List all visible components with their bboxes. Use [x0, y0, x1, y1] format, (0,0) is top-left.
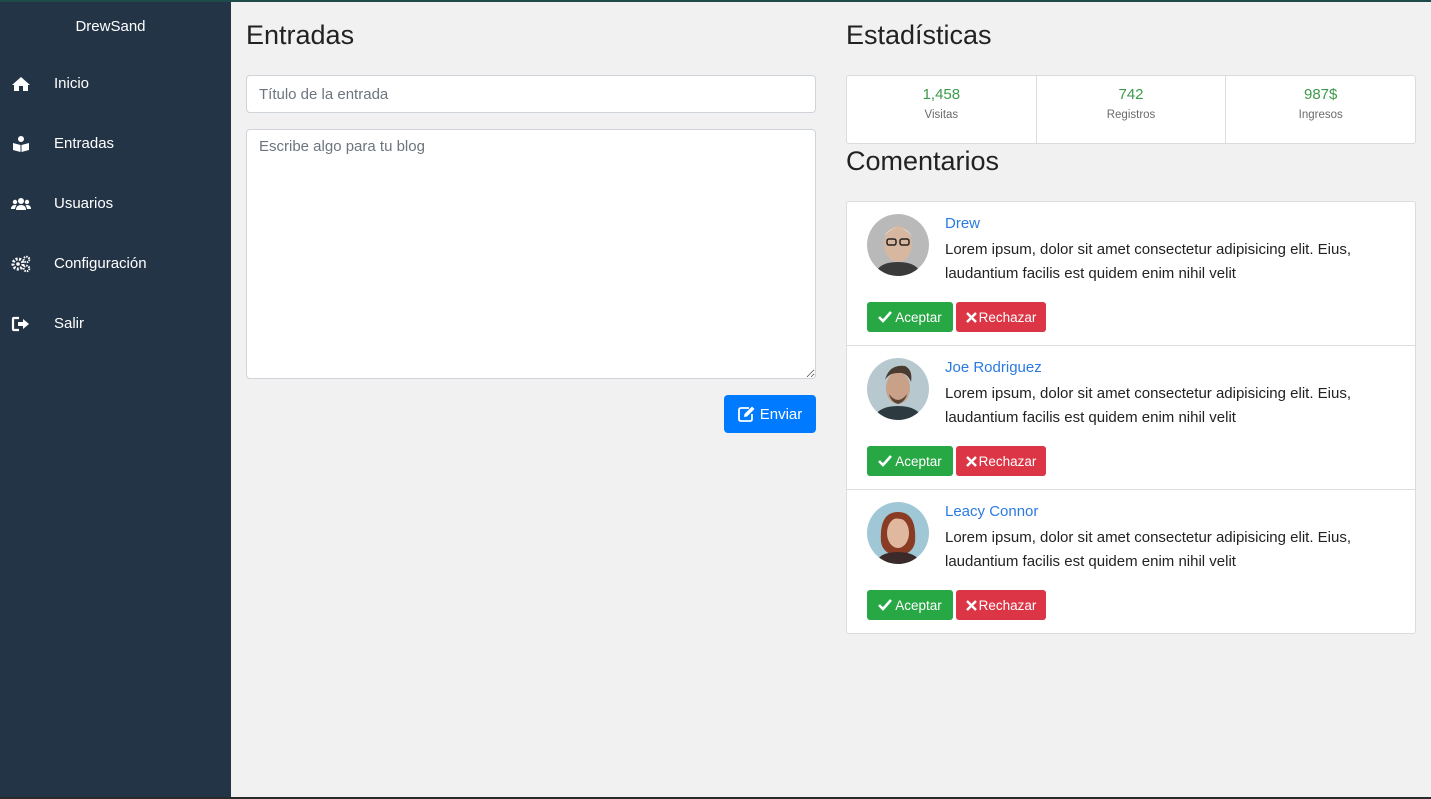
times-icon — [965, 311, 977, 323]
comment-item: Leacy Connor Lorem ipsum, dolor sit amet… — [847, 490, 1415, 634]
stat-value: 1,458 — [922, 86, 961, 103]
avatar — [867, 358, 929, 420]
sidebar-item-label: Salir — [54, 315, 85, 332]
sidebar: DrewSand Inicio Entradas Usuarios Config… — [0, 2, 231, 797]
send-button[interactable]: Enviar — [724, 395, 816, 433]
sign-out-icon — [11, 316, 29, 332]
home-icon — [12, 77, 30, 91]
sidebar-item-label: Usuarios — [54, 195, 114, 212]
stats-panel: 1,458 Visitas 742 Registros 987$ Ingreso… — [846, 75, 1416, 144]
sidebar-item-entradas[interactable]: Entradas — [0, 124, 231, 164]
reject-button[interactable]: Rechazar — [956, 302, 1046, 332]
reject-label: Rechazar — [978, 309, 1037, 325]
send-label: Enviar — [759, 405, 803, 423]
accept-button[interactable]: Aceptar — [867, 590, 953, 620]
stat-label: Ingresos — [1298, 109, 1343, 121]
accept-label: Aceptar — [895, 597, 942, 613]
comment-text: Lorem ipsum, dolor sit amet consectetur … — [945, 385, 1352, 426]
reject-button[interactable]: Rechazar — [956, 446, 1046, 476]
check-icon — [878, 311, 893, 323]
users-icon — [11, 198, 31, 210]
entries-title: Entradas — [246, 20, 355, 50]
stat-value: 987$ — [1303, 86, 1338, 103]
sidebar-item-usuarios[interactable]: Usuarios — [0, 184, 231, 224]
check-icon — [878, 599, 893, 611]
comment-text: Lorem ipsum, dolor sit amet consectetur … — [945, 529, 1352, 570]
brand-name: DrewSand — [75, 18, 146, 35]
comment-item: Joe Rodriguez Lorem ipsum, dolor sit ame… — [847, 346, 1415, 490]
sidebar-item-label: Configuración — [54, 255, 147, 272]
times-icon — [965, 455, 977, 467]
stat-label: Registros — [1106, 109, 1156, 121]
reject-button[interactable]: Rechazar — [956, 590, 1046, 620]
accept-button[interactable]: Aceptar — [867, 302, 953, 332]
entry-title-input[interactable] — [246, 75, 816, 113]
comment-author-link[interactable]: Drew — [945, 215, 980, 232]
comment-author-link[interactable]: Joe Rodriguez — [945, 359, 1042, 376]
comments-title: Comentarios — [846, 146, 1000, 176]
stat-label: Visitas — [924, 109, 959, 121]
entry-body-textarea[interactable] — [246, 129, 816, 379]
sidebar-item-label: Inicio — [54, 75, 90, 92]
stat-value: 742 — [1118, 86, 1144, 103]
accept-button[interactable]: Aceptar — [867, 446, 953, 476]
sidebar-item-salir[interactable]: Salir — [0, 304, 231, 344]
times-icon — [965, 599, 977, 611]
comment-author-link[interactable]: Leacy Connor — [945, 503, 1038, 520]
stats-title: Estadísticas — [846, 20, 992, 50]
stat-ingresos: 987$ Ingresos — [1226, 76, 1415, 143]
sidebar-item-label: Entradas — [54, 135, 115, 152]
sidebar-item-inicio[interactable]: Inicio — [0, 64, 231, 104]
accept-label: Aceptar — [895, 309, 942, 325]
stat-registros: 742 Registros — [1037, 76, 1227, 143]
sidebar-item-configuracion[interactable]: Configuración — [0, 244, 231, 284]
reader-icon — [13, 136, 29, 152]
reject-label: Rechazar — [978, 453, 1037, 469]
cogs-icon — [11, 255, 31, 273]
avatar — [867, 214, 929, 276]
accept-label: Aceptar — [895, 453, 942, 469]
comment-item: Drew Lorem ipsum, dolor sit amet consect… — [847, 202, 1415, 346]
stat-visitas: 1,458 Visitas — [847, 76, 1037, 143]
check-icon — [878, 455, 893, 467]
edit-icon — [737, 406, 755, 422]
reject-label: Rechazar — [978, 597, 1037, 613]
comment-text: Lorem ipsum, dolor sit amet consectetur … — [945, 241, 1352, 282]
avatar — [867, 502, 929, 564]
comments-list: Drew Lorem ipsum, dolor sit amet consect… — [846, 201, 1416, 634]
